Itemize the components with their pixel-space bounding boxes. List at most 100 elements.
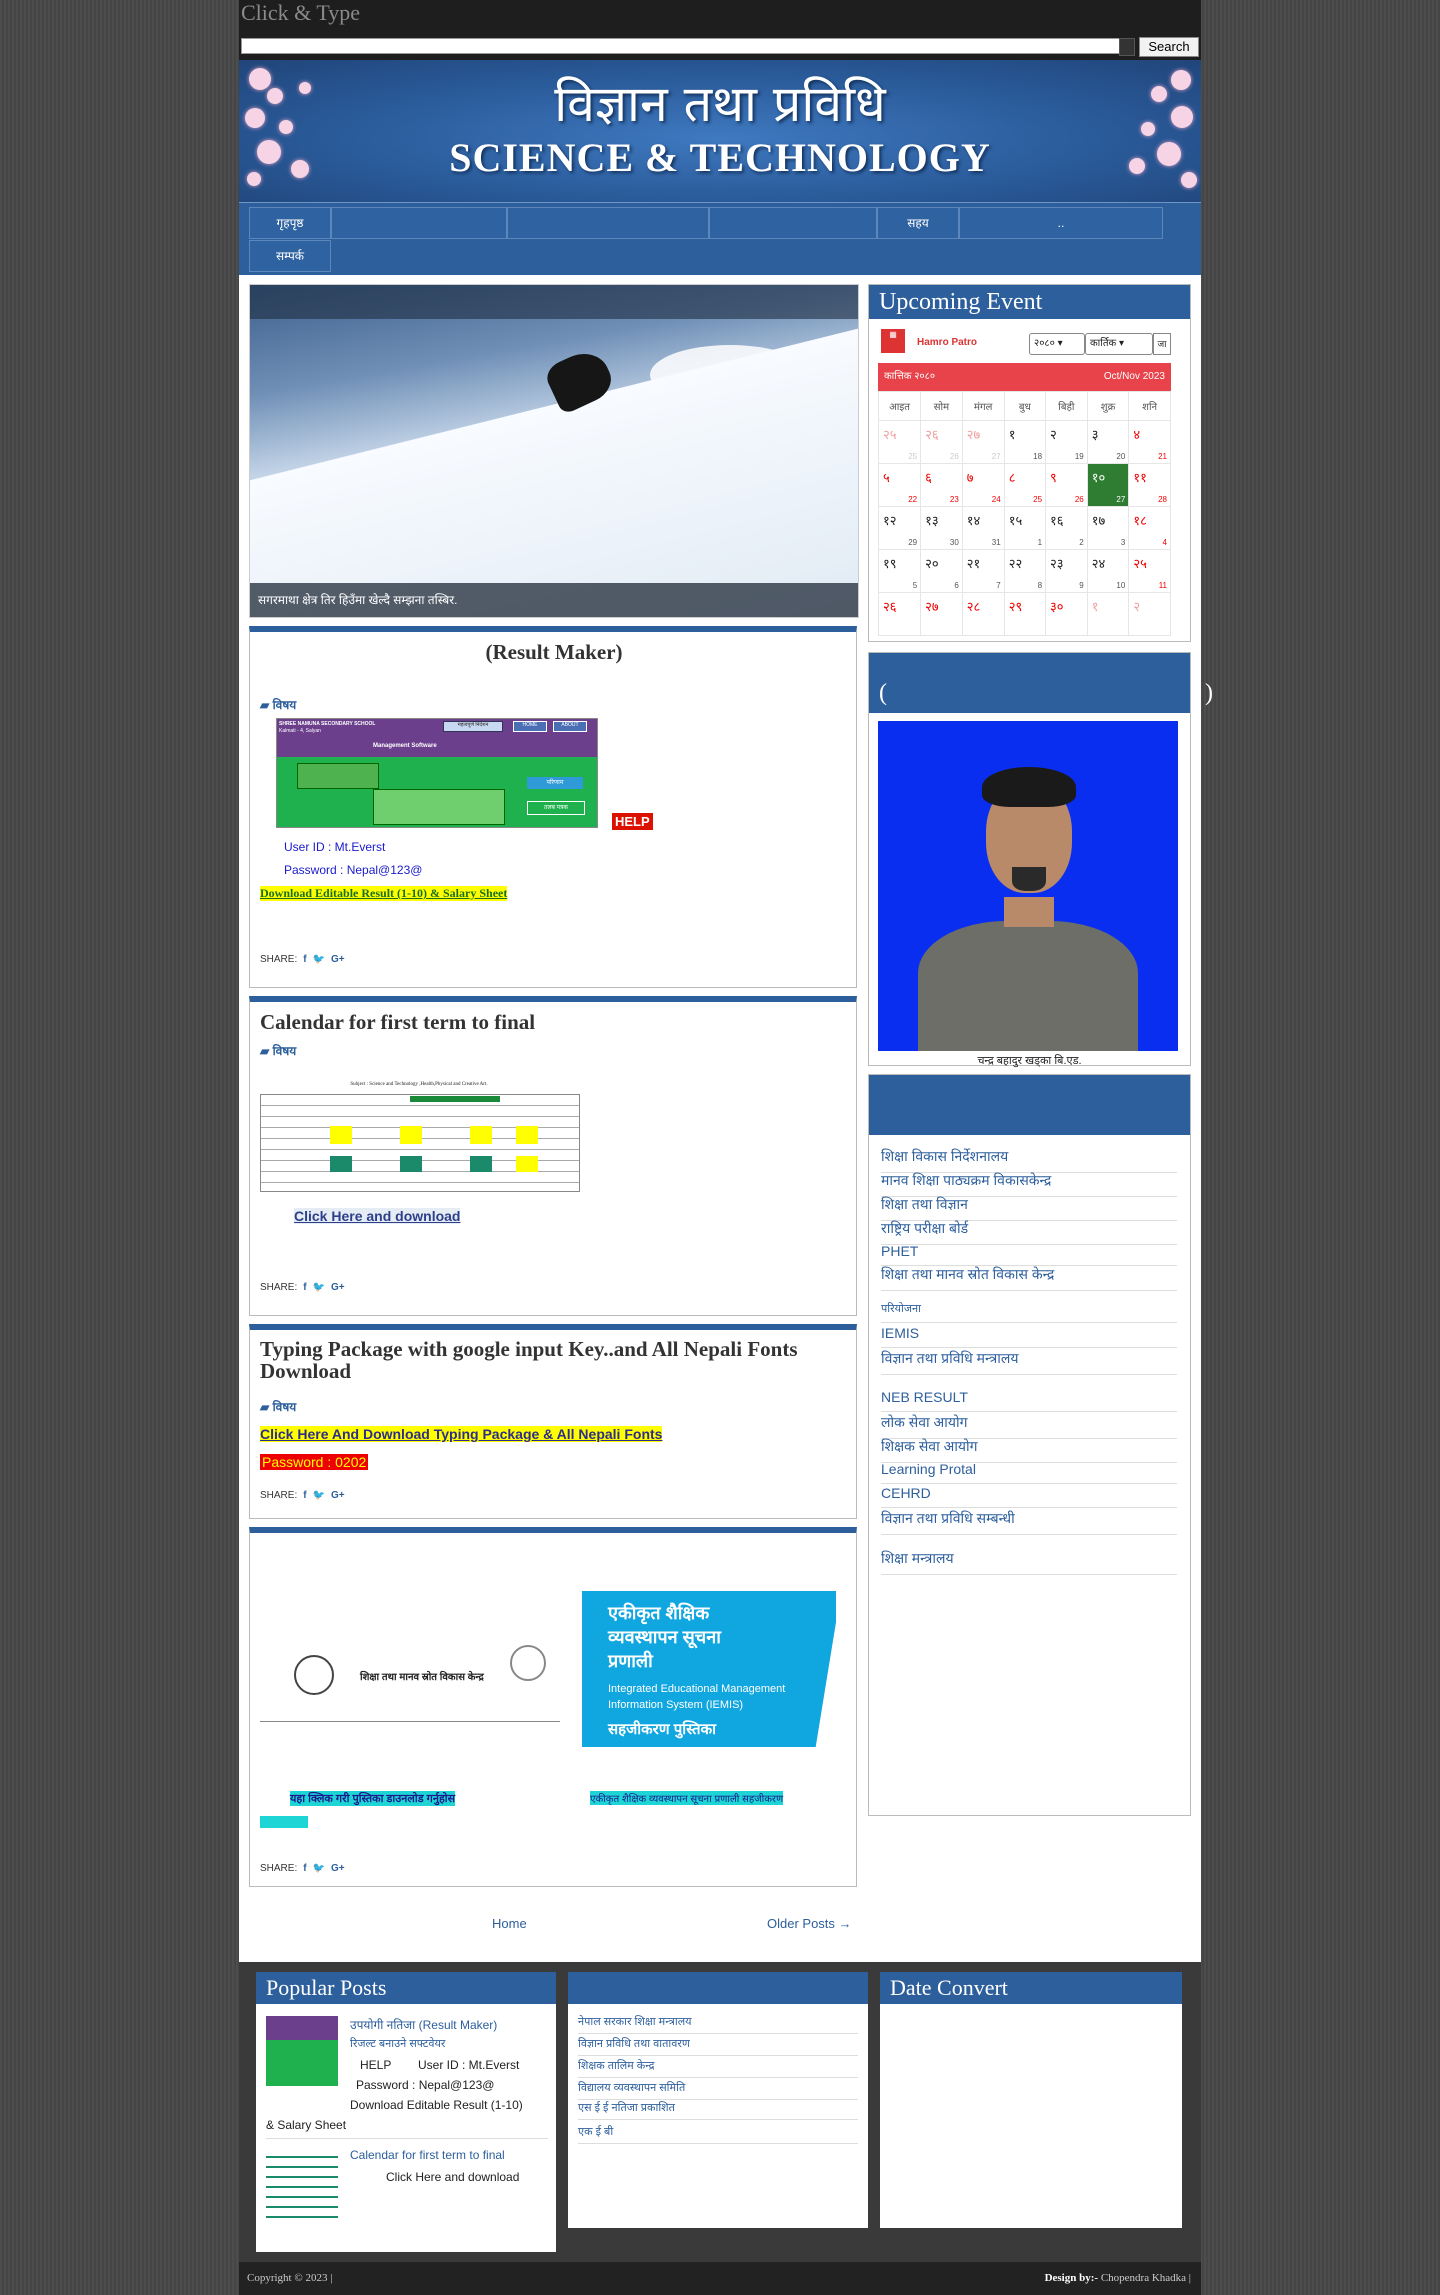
sidebar-link[interactable]: शिक्षा तथा मानव स्रोत विकास केन्द्र bbox=[881, 1265, 1177, 1291]
sidebar-link[interactable]: शिक्षा विकास निर्देशनालय bbox=[881, 1147, 1177, 1173]
calendar-day[interactable]: २२ 8 bbox=[1003, 549, 1047, 593]
calendar-day[interactable]: ८ 25 bbox=[1003, 463, 1047, 507]
calendar-day[interactable]: २५ 11 bbox=[1128, 549, 1171, 593]
calendar-day[interactable]: २९ bbox=[1003, 592, 1047, 636]
go-button[interactable]: जा bbox=[1153, 333, 1171, 355]
calendar-day[interactable]: २७ bbox=[920, 592, 963, 636]
post-category[interactable]: ▰ विषय bbox=[260, 696, 296, 713]
facebook-icon[interactable]: f bbox=[303, 1863, 306, 1874]
calendar-day[interactable]: ५ 22 bbox=[877, 463, 922, 507]
sidebar-link[interactable]: राष्ट्रिय परीक्षा बोर्ड bbox=[881, 1219, 1177, 1245]
sidebar-link[interactable]: विज्ञान तथा प्रविधि मन्त्रालय bbox=[881, 1349, 1177, 1375]
google-plus-icon[interactable]: G+ bbox=[331, 1282, 345, 1293]
calendar-day[interactable]: २१ 7 bbox=[961, 549, 1005, 593]
footer-link[interactable]: एस ई ई नतिजा प्रकाशित bbox=[578, 2100, 858, 2120]
google-plus-icon[interactable]: G+ bbox=[331, 954, 345, 965]
nav-item-4[interactable] bbox=[709, 207, 877, 239]
help-badge[interactable]: HELP bbox=[612, 813, 653, 830]
sidebar-link[interactable]: IEMIS bbox=[881, 1325, 1177, 1348]
footer-link[interactable]: विद्यालय व्यवस्थापन समिति bbox=[578, 2080, 858, 2100]
calendar-day[interactable]: ९ 26 bbox=[1045, 463, 1088, 507]
calendar-day[interactable]: ११ 28 bbox=[1128, 463, 1171, 507]
nav-item-2[interactable] bbox=[331, 207, 507, 239]
calendar-day[interactable]: ६ 23 bbox=[920, 463, 963, 507]
calendar-day[interactable]: १५ 1 bbox=[1003, 506, 1047, 550]
twitter-icon[interactable]: 🐦 bbox=[313, 1863, 325, 1874]
calendar-day[interactable]: २६ bbox=[877, 592, 922, 636]
footer-link[interactable]: विज्ञान प्रविधि तथा वातावरण bbox=[578, 2036, 858, 2056]
popular-post-2-title[interactable]: Calendar for first term to final bbox=[350, 2148, 505, 2162]
post-title[interactable]: Typing Package with google input Key..an… bbox=[260, 1338, 850, 1382]
google-plus-icon[interactable]: G+ bbox=[331, 1490, 345, 1501]
calendar-day[interactable]: ३० bbox=[1045, 592, 1088, 636]
facebook-icon[interactable]: f bbox=[303, 1490, 306, 1501]
calendar-day[interactable]: २० 6 bbox=[920, 549, 963, 593]
calendar-day[interactable]: १७ 3 bbox=[1086, 506, 1130, 550]
facebook-icon[interactable]: f bbox=[303, 954, 306, 965]
calendar-day[interactable]: २३ 9 bbox=[1045, 549, 1088, 593]
calendar-day[interactable]: २६ 26 bbox=[920, 420, 963, 464]
sidebar-link[interactable]: मानव शिक्षा पाठ्यक्रम विकासकेन्द्र bbox=[881, 1171, 1177, 1197]
calendar-day[interactable]: २४ 10 bbox=[1086, 549, 1130, 593]
sidebar-link[interactable]: शिक्षक सेवा आयोग bbox=[881, 1437, 1177, 1463]
month-select[interactable]: कार्तिक ▾ bbox=[1085, 333, 1153, 355]
nav-item-help[interactable]: सहय bbox=[877, 207, 959, 239]
download-result-link[interactable]: Download Editable Result (1-10) & Salary… bbox=[260, 886, 508, 901]
calendar-day[interactable]: १६ 2 bbox=[1045, 506, 1088, 550]
calendar-day[interactable]: ७ 24 bbox=[961, 463, 1005, 507]
sidebar-link[interactable]: CEHRD bbox=[881, 1485, 1177, 1508]
calendar-day[interactable]: २७ 27 bbox=[961, 420, 1005, 464]
calendar-day[interactable]: १९ 5 bbox=[877, 549, 922, 593]
post-category[interactable]: ▰ विषय bbox=[260, 1042, 296, 1059]
calendar-day[interactable]: १ 18 bbox=[1003, 420, 1047, 464]
search-input[interactable] bbox=[241, 38, 1121, 54]
calendar-day[interactable]: १३ 30 bbox=[920, 506, 963, 550]
iemis-download-left[interactable]: यहा क्लिक गरी पुस्तिका डाउनलोड गर्नुहोस bbox=[290, 1791, 456, 1806]
calendar-day[interactable]: ३ 20 bbox=[1086, 420, 1130, 464]
nav-item-home[interactable]: गृहपृष्ठ bbox=[249, 207, 331, 239]
hamro-patro-label[interactable]: Hamro Patro bbox=[917, 337, 977, 348]
sidebar-link[interactable]: PHET bbox=[881, 1243, 1177, 1266]
post-title[interactable]: Calendar for first term to final bbox=[260, 1010, 535, 1035]
nav-item-3[interactable] bbox=[507, 207, 709, 239]
sidebar-link[interactable]: विज्ञान तथा प्रविधि सम्बन्धी bbox=[881, 1509, 1177, 1535]
popular-post-thumb-2[interactable] bbox=[266, 2148, 338, 2218]
image-slider[interactable]: सगरमाथा क्षेत्र तिर हिउँमा खेल्दै सम्झना… bbox=[249, 284, 859, 618]
footer-link[interactable]: शिक्षक तालिम केन्द्र bbox=[578, 2058, 858, 2078]
calendar-day[interactable]: १२ 29 bbox=[877, 506, 922, 550]
sidebar-link[interactable]: शिक्षा तथा विज्ञान bbox=[881, 1195, 1177, 1221]
nav-item-more[interactable]: .. bbox=[959, 207, 1163, 239]
twitter-icon[interactable]: 🐦 bbox=[313, 954, 325, 965]
facebook-icon[interactable]: f bbox=[303, 1282, 306, 1293]
popular-post-thumb-1[interactable] bbox=[266, 2016, 338, 2086]
calendar-day[interactable]: १४ 31 bbox=[961, 506, 1005, 550]
sidebar-link[interactable]: Learning Protal bbox=[881, 1461, 1177, 1484]
footer-link[interactable]: एक ई बी bbox=[578, 2124, 858, 2144]
post-title[interactable]: (Result Maker) bbox=[250, 640, 858, 665]
home-page-link[interactable]: Home bbox=[492, 1916, 527, 1931]
footer-link[interactable]: नेपाल सरकार शिक्षा मन्त्रालय bbox=[578, 2014, 858, 2034]
site-brand[interactable]: Click & Type bbox=[241, 0, 360, 26]
google-plus-icon[interactable]: G+ bbox=[331, 1863, 345, 1874]
search-button[interactable]: Search bbox=[1139, 37, 1199, 57]
calendar-day[interactable]: २५ 25 bbox=[877, 420, 922, 464]
popular-post-1-title[interactable]: उपयोगी नतिजा (Result Maker) bbox=[350, 2016, 497, 2033]
older-posts-link[interactable]: Older Posts → bbox=[767, 1916, 852, 1931]
calendar-day[interactable]: ४ 21 bbox=[1128, 420, 1171, 464]
post-category[interactable]: ▰ विषय bbox=[260, 1398, 296, 1415]
sidebar-link[interactable]: NEB RESULT bbox=[881, 1389, 1177, 1412]
sidebar-link[interactable]: शिक्षा मन्त्रालय bbox=[881, 1549, 1177, 1575]
calendar-day[interactable]: १८ 4 bbox=[1128, 506, 1171, 550]
calendar-day[interactable]: २८ bbox=[961, 592, 1005, 636]
download-calendar-link[interactable]: Click Here and download bbox=[294, 1208, 461, 1224]
sidebar-link[interactable]: लोक सेवा आयोग bbox=[881, 1413, 1177, 1439]
sidebar-link[interactable]: परियोजना bbox=[881, 1301, 1177, 1323]
twitter-icon[interactable]: 🐦 bbox=[313, 1490, 325, 1501]
iemis-download-right[interactable]: एकीकृत शैक्षिक व्यवस्थापन सूचना प्रणाली … bbox=[590, 1791, 784, 1805]
download-typing-link[interactable]: Click Here And Download Typing Package &… bbox=[260, 1426, 663, 1442]
nav-item-contact[interactable]: सम्पर्क bbox=[249, 240, 331, 272]
calendar-day[interactable]: १ bbox=[1086, 592, 1130, 636]
twitter-icon[interactable]: 🐦 bbox=[313, 1282, 325, 1293]
calendar-day[interactable]: २ 19 bbox=[1045, 420, 1088, 464]
calendar-day[interactable]: १० 27 bbox=[1086, 463, 1130, 507]
